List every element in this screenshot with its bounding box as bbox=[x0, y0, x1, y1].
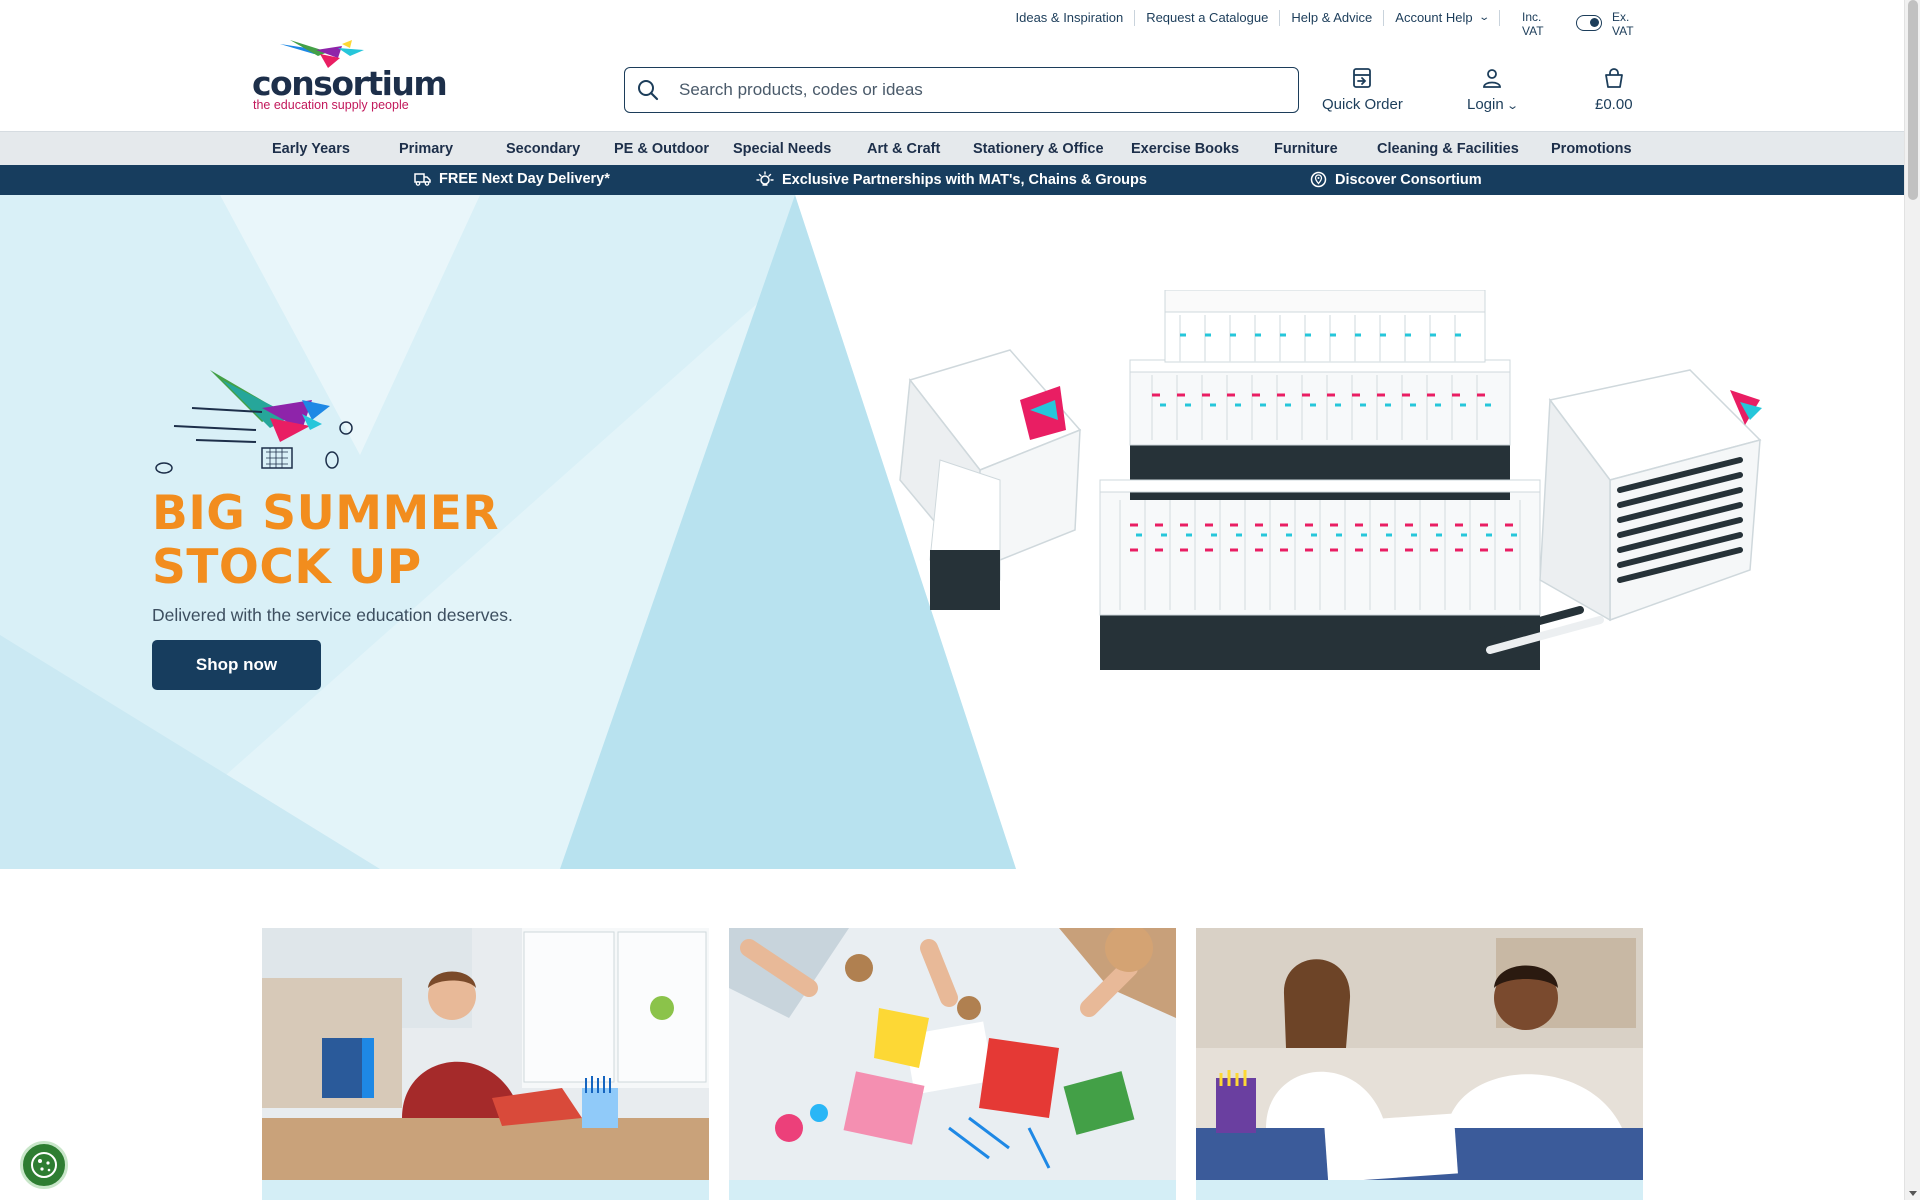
usp-delivery-label: FREE Next Day Delivery* bbox=[439, 171, 610, 187]
site-header: consortium the education supply people Q… bbox=[0, 40, 1904, 130]
hero-subtitle: Delivered with the service education des… bbox=[152, 605, 513, 625]
nav-exercise-books[interactable]: Exercise Books bbox=[1131, 141, 1239, 157]
basket-total: £0.00 bbox=[1595, 96, 1633, 113]
hero-title-line-1: BIG SUMMER bbox=[152, 486, 500, 541]
logo-tagline: the education supply people bbox=[253, 98, 409, 112]
card-image-boy-writing bbox=[262, 928, 709, 1180]
nav-furniture[interactable]: Furniture bbox=[1274, 141, 1338, 157]
nav-promotions[interactable]: Promotions bbox=[1551, 141, 1632, 157]
glue-stick-boxes-left bbox=[899, 349, 1082, 610]
login-label: Login bbox=[1467, 96, 1504, 113]
hero-banner: BIG SUMMER STOCK UP Delivered with the s… bbox=[0, 195, 1904, 869]
chevron-down-icon: ⌄ bbox=[1477, 12, 1490, 23]
card-band bbox=[1196, 1180, 1643, 1200]
nav-stationery-office[interactable]: Stationery & Office bbox=[973, 141, 1104, 157]
vat-switcher: Inc. VAT Ex. VAT bbox=[1522, 10, 1652, 38]
shop-now-button[interactable]: Shop now bbox=[152, 640, 321, 690]
cookie-settings-button[interactable] bbox=[20, 1141, 68, 1189]
user-icon bbox=[1483, 69, 1501, 88]
vat-inc-label[interactable]: Inc. VAT bbox=[1522, 10, 1562, 38]
card-band bbox=[262, 1180, 709, 1200]
category-nav: Early Years Primary Secondary PE & Outdo… bbox=[0, 131, 1904, 165]
quick-order-icon bbox=[1353, 68, 1372, 88]
usp-partnerships-label: Exclusive Partnerships with MAT's, Chain… bbox=[782, 172, 1147, 188]
page-scrollbar[interactable] bbox=[1904, 0, 1920, 1200]
feature-card-1[interactable] bbox=[262, 928, 709, 1200]
search-input[interactable] bbox=[679, 80, 1279, 100]
account-help-label: Account Help bbox=[1395, 10, 1473, 25]
account-help-dropdown[interactable]: Account Help ⌄ bbox=[1384, 10, 1500, 26]
usp-partnerships[interactable]: Exclusive Partnerships with MAT's, Chain… bbox=[756, 171, 1147, 189]
nav-special-needs[interactable]: Special Needs bbox=[733, 141, 831, 157]
nav-cleaning-facilities[interactable]: Cleaning & Facilities bbox=[1377, 141, 1519, 157]
card-band bbox=[729, 1180, 1176, 1200]
scroll-down-arrow-icon[interactable] bbox=[1909, 1191, 1917, 1196]
nav-pe-outdoor[interactable]: PE & Outdoor bbox=[614, 141, 709, 157]
nav-early-years[interactable]: Early Years bbox=[272, 141, 350, 157]
usp-discover-label: Discover Consortium bbox=[1335, 171, 1482, 188]
cookie-icon bbox=[31, 1152, 57, 1178]
request-catalogue-link[interactable]: Request a Catalogue bbox=[1135, 10, 1281, 26]
lightbulb-icon bbox=[756, 171, 774, 186]
usp-delivery[interactable]: FREE Next Day Delivery* bbox=[414, 171, 610, 187]
scrollbar-thumb[interactable] bbox=[1908, 0, 1918, 200]
help-advice-link[interactable]: Help & Advice bbox=[1280, 10, 1385, 26]
delivery-truck-icon bbox=[414, 173, 431, 186]
vat-toggle[interactable] bbox=[1576, 15, 1602, 31]
hero-product-image bbox=[899, 290, 1762, 670]
hero-title-line-2: STOCK UP bbox=[152, 540, 422, 595]
consortium-logo[interactable]: consortium the education supply people bbox=[252, 40, 448, 116]
utility-bar: Ideas & Inspiration Request a Catalogue … bbox=[0, 0, 1904, 40]
search-bar bbox=[624, 67, 1299, 113]
usp-discover[interactable]: Discover Consortium bbox=[1310, 171, 1482, 188]
quick-order-label: Quick Order bbox=[1322, 96, 1403, 113]
hero-title: BIG SUMMER STOCK UP bbox=[152, 487, 499, 595]
utility-links: Ideas & Inspiration Request a Catalogue … bbox=[1005, 10, 1500, 26]
ideas-inspiration-link[interactable]: Ideas & Inspiration bbox=[1005, 10, 1136, 26]
login-dropdown[interactable]: Login ⌄ bbox=[1467, 66, 1519, 113]
vat-ex-label[interactable]: Ex. VAT bbox=[1612, 10, 1652, 38]
nav-secondary[interactable]: Secondary bbox=[506, 141, 580, 157]
nav-art-craft[interactable]: Art & Craft bbox=[867, 141, 940, 157]
feature-card-3[interactable] bbox=[1196, 928, 1643, 1200]
location-pin-icon bbox=[1310, 171, 1327, 188]
search-icon[interactable] bbox=[637, 79, 659, 101]
feature-card-2[interactable] bbox=[729, 928, 1176, 1200]
quick-order-button[interactable]: Quick Order bbox=[1322, 66, 1403, 113]
card-image-pupils-writing bbox=[1196, 928, 1643, 1183]
nav-primary[interactable]: Primary bbox=[399, 141, 453, 157]
basket-icon bbox=[1604, 68, 1623, 88]
hero-bird-illustration bbox=[155, 370, 353, 474]
glue-stick-stacks bbox=[1099, 290, 1541, 670]
usp-bar: FREE Next Day Delivery* Exclusive Partne… bbox=[0, 165, 1904, 195]
chevron-down-icon: ⌄ bbox=[1506, 100, 1519, 112]
feature-cards bbox=[262, 928, 1643, 1200]
card-image-kids-crafting bbox=[729, 928, 1176, 1180]
login-label-wrap: Login ⌄ bbox=[1467, 96, 1519, 113]
basket-button[interactable]: £0.00 bbox=[1595, 66, 1633, 113]
